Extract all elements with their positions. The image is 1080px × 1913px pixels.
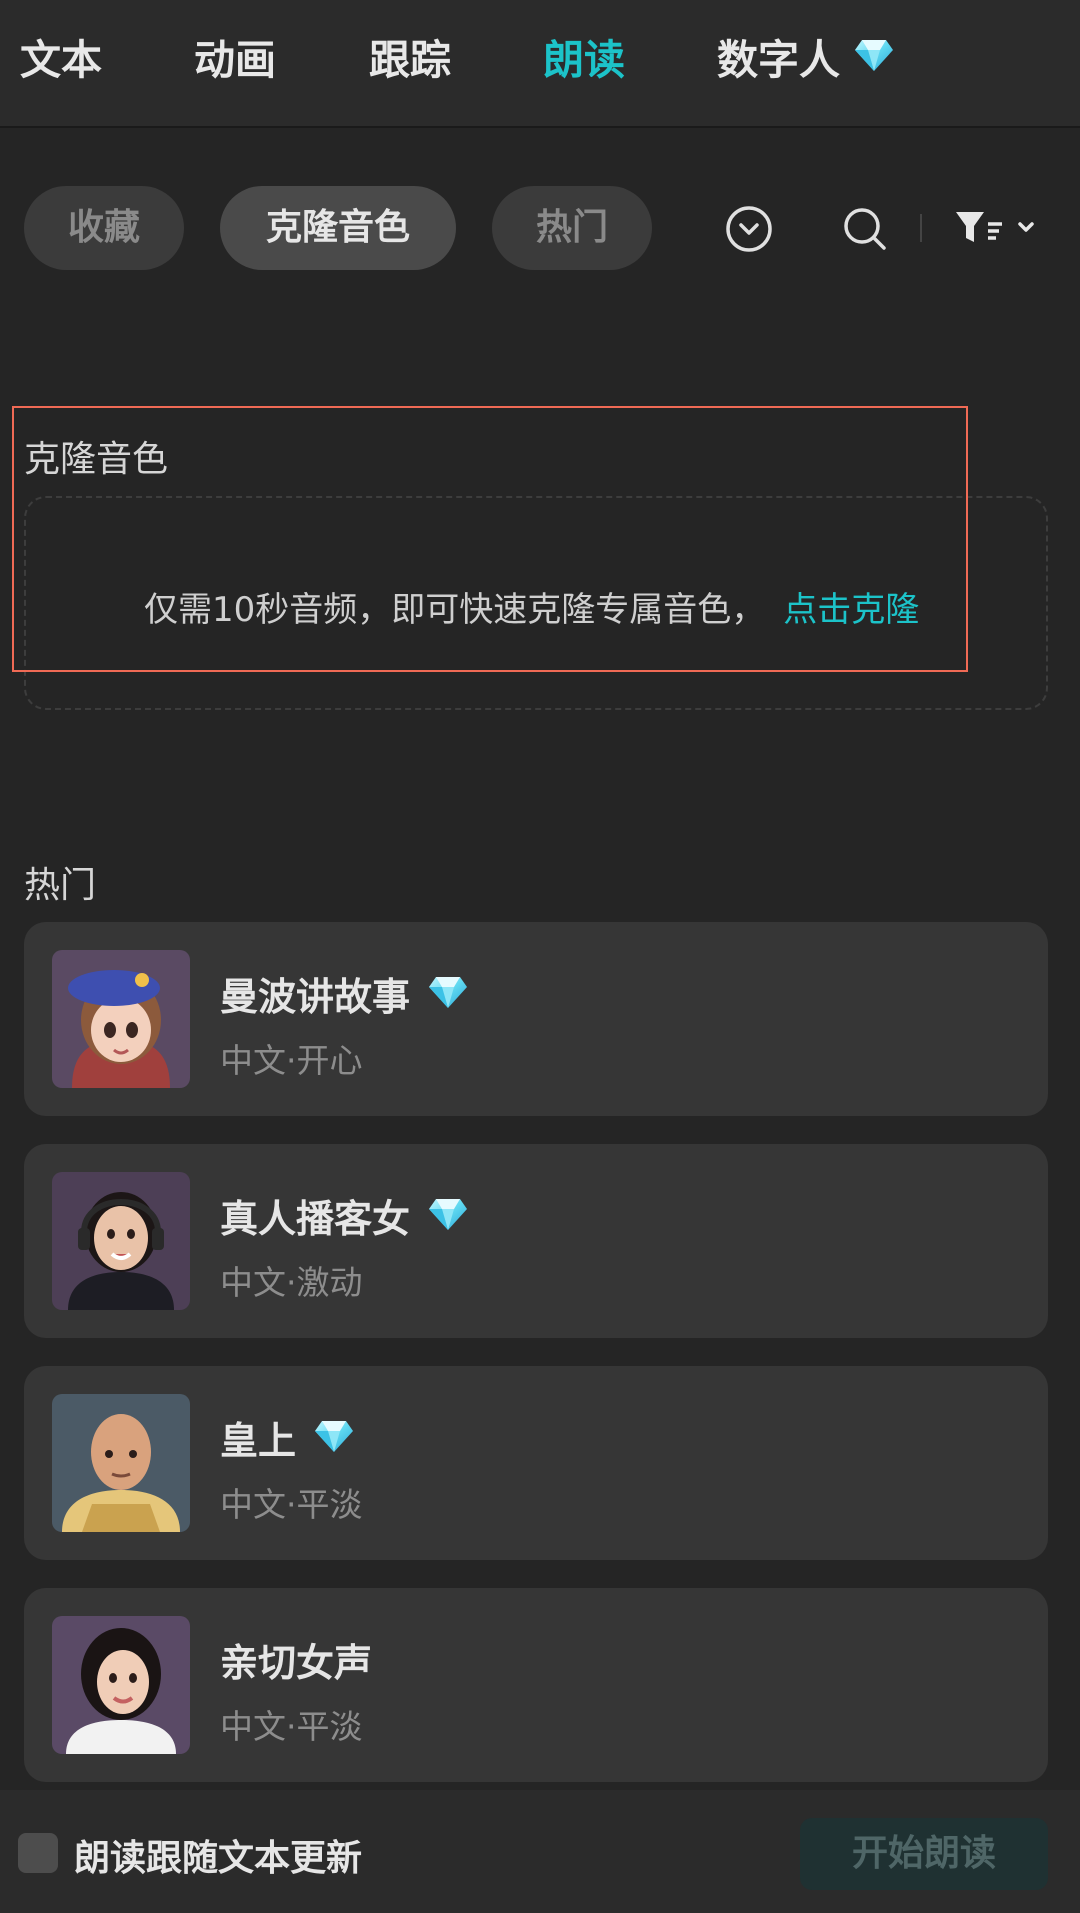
tab-label: 文本 <box>20 36 102 84</box>
start-reading-button[interactable]: 开始朗读 <box>800 1818 1048 1890</box>
search-icon[interactable] <box>840 204 890 258</box>
voice-name-text: 真人播客女 <box>220 1197 411 1241</box>
voice-name-text: 曼波讲故事 <box>220 975 411 1019</box>
voice-name: 真人播客女 <box>220 1188 468 1243</box>
chevron-down-circle-icon[interactable] <box>724 204 774 258</box>
voice-name: 亲切女声 <box>220 1632 372 1687</box>
tab-digital-human[interactable]: 数字人 <box>717 28 894 92</box>
clone-now-link[interactable]: 点击克隆 <box>783 590 919 630</box>
premium-gem-icon <box>854 26 894 90</box>
follow-text-checkbox[interactable] <box>18 1833 58 1873</box>
voice-name: 曼波讲故事 <box>220 966 468 1021</box>
premium-gem-icon <box>428 974 468 1018</box>
voice-card[interactable]: 亲切女声 中文·平淡 <box>24 1588 1048 1782</box>
popular-section-title: 热门 <box>24 865 97 906</box>
avatar <box>52 1394 190 1532</box>
clone-description: 仅需10秒音频，即可快速克隆专属音色， 点击克隆 <box>144 582 919 631</box>
voice-language-mood: 中文·开心 <box>220 1041 363 1080</box>
tab-label: 朗读 <box>543 36 625 84</box>
chip-favorites[interactable]: 收藏 <box>24 186 184 270</box>
tab-text[interactable]: 文本 <box>20 28 102 92</box>
tab-read-aloud[interactable]: 朗读 <box>543 28 625 92</box>
premium-gem-icon <box>314 1418 354 1462</box>
chip-label: 收藏 <box>67 207 140 248</box>
voice-name-text: 皇上 <box>220 1419 297 1463</box>
premium-gem-icon <box>428 1196 468 1240</box>
voice-name: 皇上 <box>220 1410 354 1465</box>
voice-language-mood: 中文·平淡 <box>220 1485 363 1524</box>
follow-text-label[interactable]: 朗读跟随文本更新 <box>74 1829 362 1881</box>
tab-animation[interactable]: 动画 <box>194 28 276 92</box>
tab-label: 动画 <box>194 36 276 84</box>
filter-sort-icon[interactable] <box>954 208 1040 252</box>
avatar <box>52 950 190 1088</box>
voice-name-text: 亲切女声 <box>220 1641 373 1685</box>
clone-description-text: 仅需10秒音频，即可快速克隆专属音色， <box>144 590 766 630</box>
tab-label: 数字人 <box>717 36 840 84</box>
chip-popular[interactable]: 热门 <box>492 186 652 270</box>
tab-tracking[interactable]: 跟踪 <box>369 28 451 92</box>
avatar <box>52 1172 190 1310</box>
chip-label: 热门 <box>535 207 608 248</box>
clone-section-title: 克隆音色 <box>24 439 169 480</box>
top-tab-bar: 文本 动画 跟踪 朗读 数字人 <box>0 0 1080 128</box>
chip-label: 克隆音色 <box>265 207 410 248</box>
voice-card[interactable]: 皇上 中文·平淡 <box>24 1366 1048 1560</box>
chip-clone-voice[interactable]: 克隆音色 <box>220 186 456 270</box>
voice-card[interactable]: 曼波讲故事 中文·开心 <box>24 922 1048 1116</box>
tab-label: 跟踪 <box>369 36 451 84</box>
voice-card[interactable]: 真人播客女 中文·激动 <box>24 1144 1048 1338</box>
voice-language-mood: 中文·平淡 <box>220 1707 363 1746</box>
toolbar-divider <box>920 214 922 242</box>
avatar <box>52 1616 190 1754</box>
voice-language-mood: 中文·激动 <box>220 1263 363 1302</box>
